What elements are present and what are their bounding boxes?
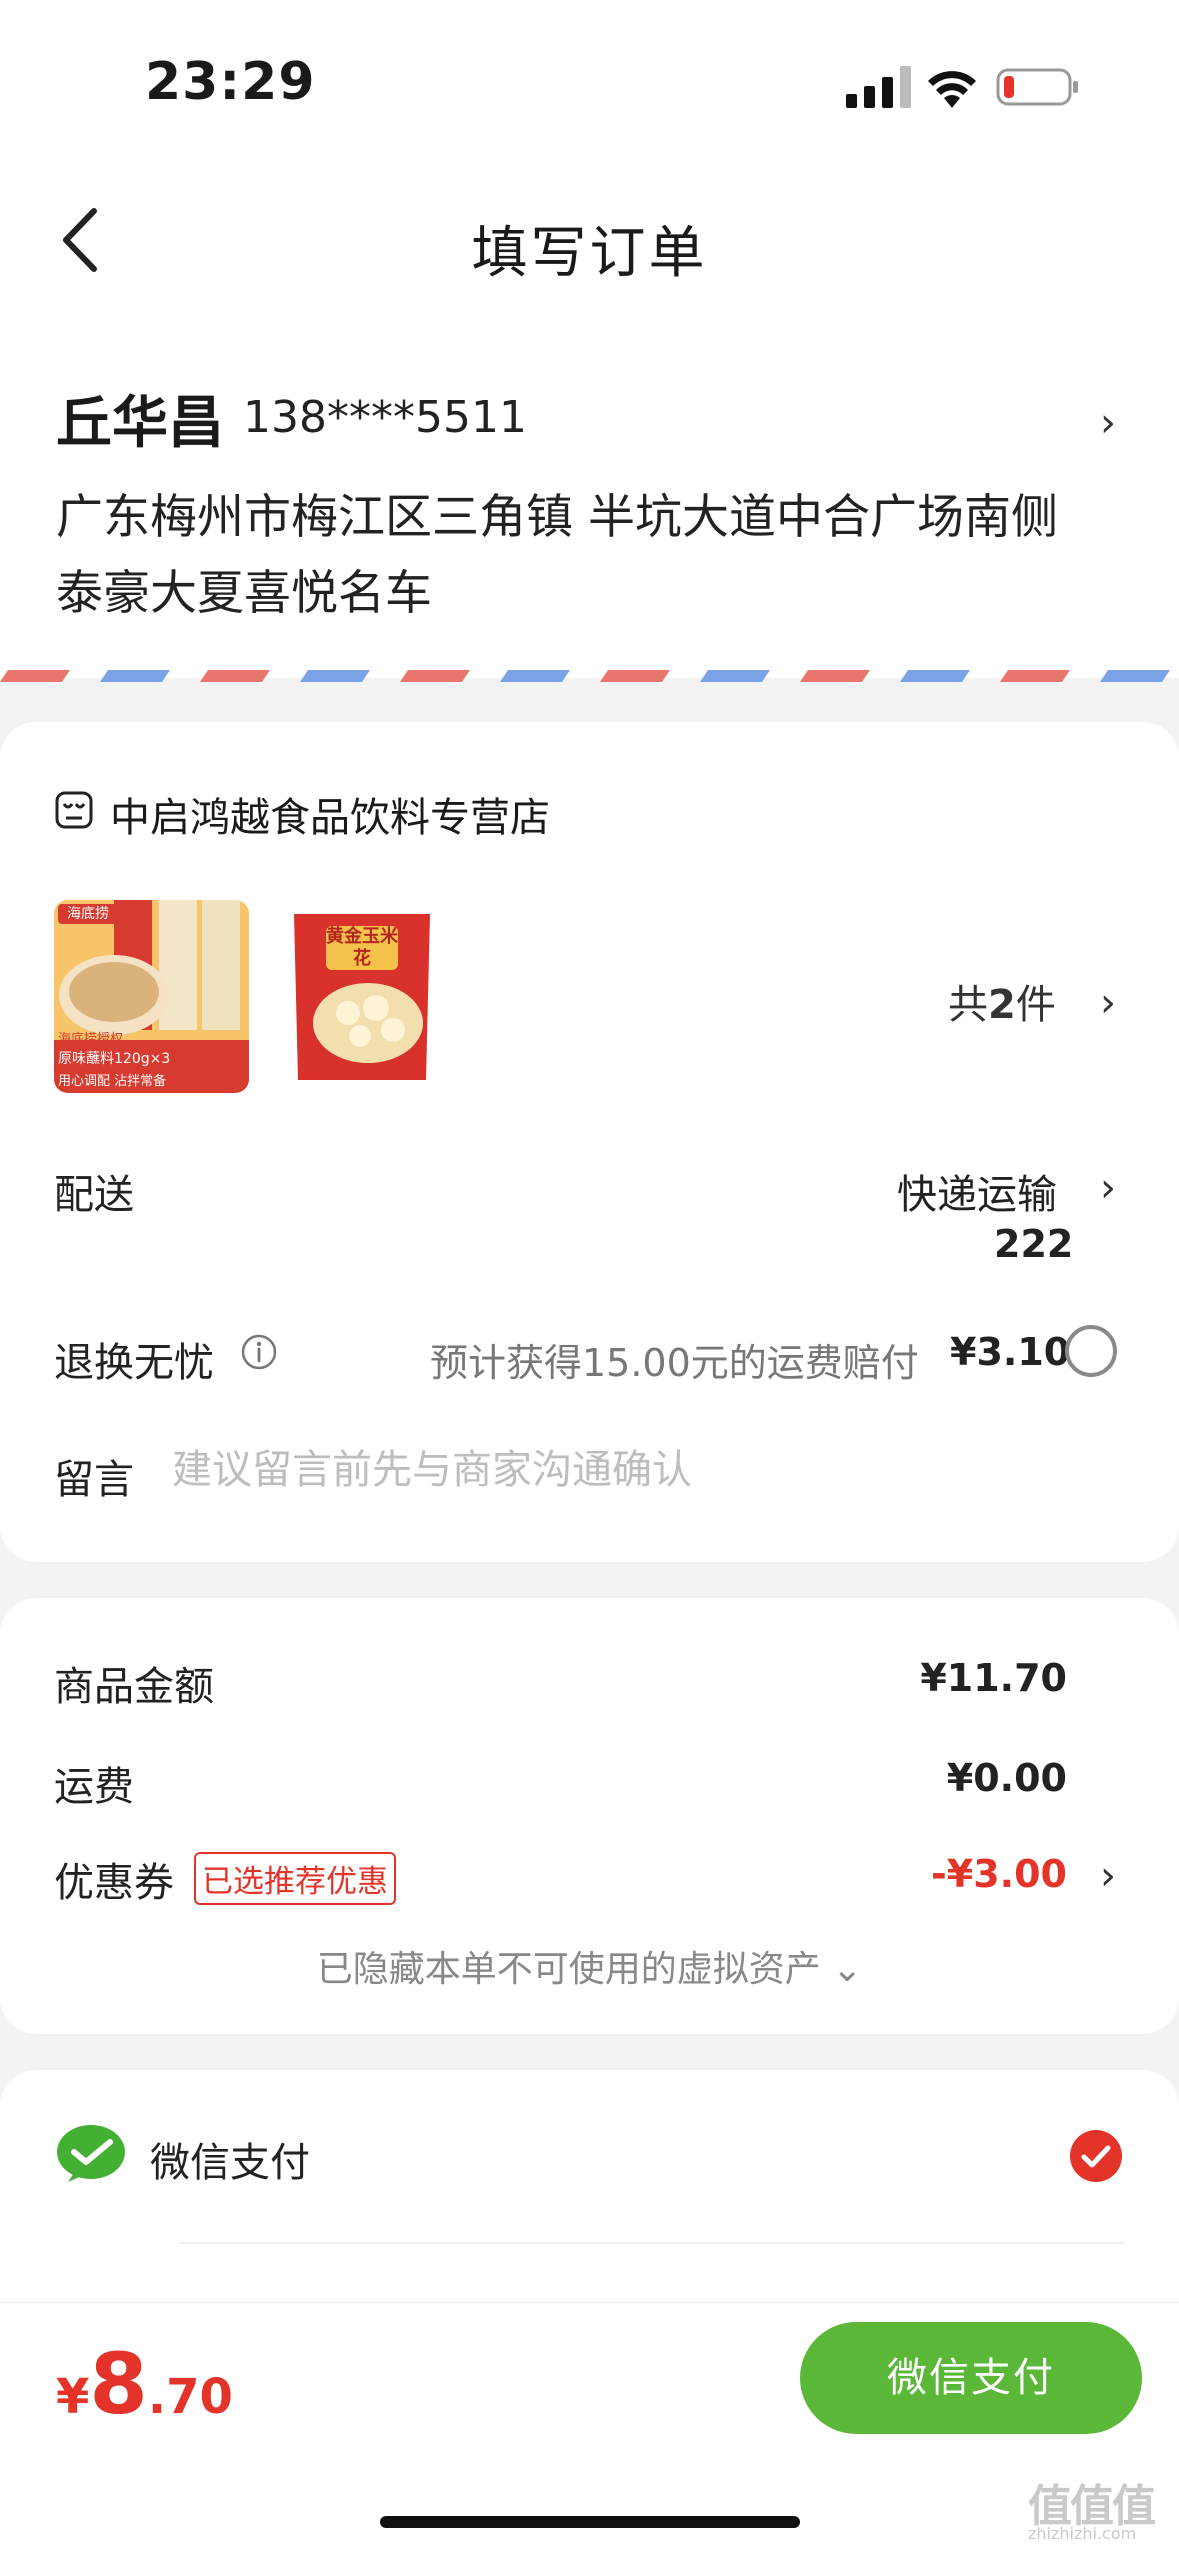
goods-amount-value: ¥11.70 <box>920 1656 1067 1700</box>
airmail-border <box>0 670 1179 682</box>
returns-price: ¥3.10 <box>950 1330 1071 1374</box>
watermark-url: zhizhizhi.com <box>1028 2524 1137 2543</box>
payment-divider <box>180 2242 1125 2244</box>
wechat-pay-icon <box>57 2125 125 2182</box>
product-image-popcorn[interactable]: 黄金玉米花 <box>288 908 436 1086</box>
wifi-icon <box>928 71 976 108</box>
item-count-prefix: 共 <box>948 982 988 1028</box>
returns-radio[interactable] <box>1065 1325 1117 1377</box>
shipping-fee-label: 运费 <box>54 1764 134 1810</box>
product-label-line1: 海底捞授权 <box>58 1032 124 1047</box>
returns-description: 预计获得15.00元的运费赔付 <box>430 1341 919 1385</box>
product-brand-badge: 海底捞 <box>58 904 118 924</box>
item-count-suffix: 件 <box>1015 982 1056 1028</box>
battery-icon <box>996 68 1078 106</box>
coupon-value[interactable]: -¥3.00 <box>931 1852 1067 1896</box>
total-price: ¥8.70 <box>56 2335 233 2433</box>
selected-check-icon[interactable] <box>1070 2130 1122 2182</box>
cellular-signal-icon <box>846 66 911 108</box>
item-count[interactable]: 共2件 <box>948 972 1056 1030</box>
goods-amount-label: 商品金额 <box>54 1664 214 1710</box>
header-background <box>0 0 1179 340</box>
message-input[interactable] <box>172 1440 1052 1500</box>
address-detail: 广东梅州市梅江区三角镇 半坑大道中合广场南侧泰豪大夏喜悦名车 <box>56 490 1058 621</box>
status-time: 23:29 <box>145 52 316 112</box>
page-title: 填写订单 <box>471 221 708 286</box>
coupon-tag: 已选推荐优惠 <box>194 1852 396 1905</box>
popcorn-title: 黄金玉米花 <box>326 926 398 969</box>
product-label-line3: 用心调配 沾拌常备 <box>58 1074 167 1089</box>
delivery-sub-text: 222 <box>994 1222 1074 1266</box>
message-label: 留言 <box>54 1457 134 1503</box>
order-card <box>0 722 1179 1562</box>
delivery-method[interactable]: 快递运输 <box>897 1162 1057 1220</box>
returns-label: 退换无忧 <box>54 1340 214 1386</box>
delivery-label: 配送 <box>54 1172 134 1218</box>
total-integer: 8 <box>89 2335 148 2433</box>
home-indicator[interactable] <box>380 2516 800 2528</box>
product-label-line2: 原味蘸料120g×3 <box>58 1051 171 1067</box>
delivery-chevron-icon[interactable]: › <box>1100 1165 1116 1211</box>
info-icon[interactable] <box>240 1333 278 1371</box>
pay-button[interactable]: 微信支付 <box>800 2322 1142 2434</box>
recipient-phone: 138****5511 <box>243 392 527 443</box>
hidden-assets-toggle[interactable]: 已隐藏本单不可使用的虚拟资产 ⌄ <box>0 1940 1179 1992</box>
item-count-number: 2 <box>988 982 1016 1028</box>
wechat-pay-label[interactable]: 微信支付 <box>150 2130 310 2188</box>
shipping-fee-value: ¥0.00 <box>946 1756 1067 1800</box>
coupon-label: 优惠券 <box>54 1860 174 1906</box>
coupon-chevron-icon[interactable]: › <box>1100 1853 1116 1899</box>
total-decimal: .70 <box>147 2369 233 2425</box>
recipient-name: 丘华昌 <box>56 391 224 456</box>
total-currency: ¥ <box>56 2369 90 2425</box>
store-name[interactable]: 中启鸿越食品饮料专营店 <box>110 785 550 843</box>
product-image-sauce[interactable]: 海底捞 海底捞授权 原味蘸料120g×3 用心调配 沾拌常备 <box>54 900 249 1093</box>
store-icon <box>55 791 93 829</box>
address-chevron-icon[interactable]: › <box>1100 400 1116 446</box>
item-count-chevron-icon[interactable]: › <box>1100 980 1116 1026</box>
